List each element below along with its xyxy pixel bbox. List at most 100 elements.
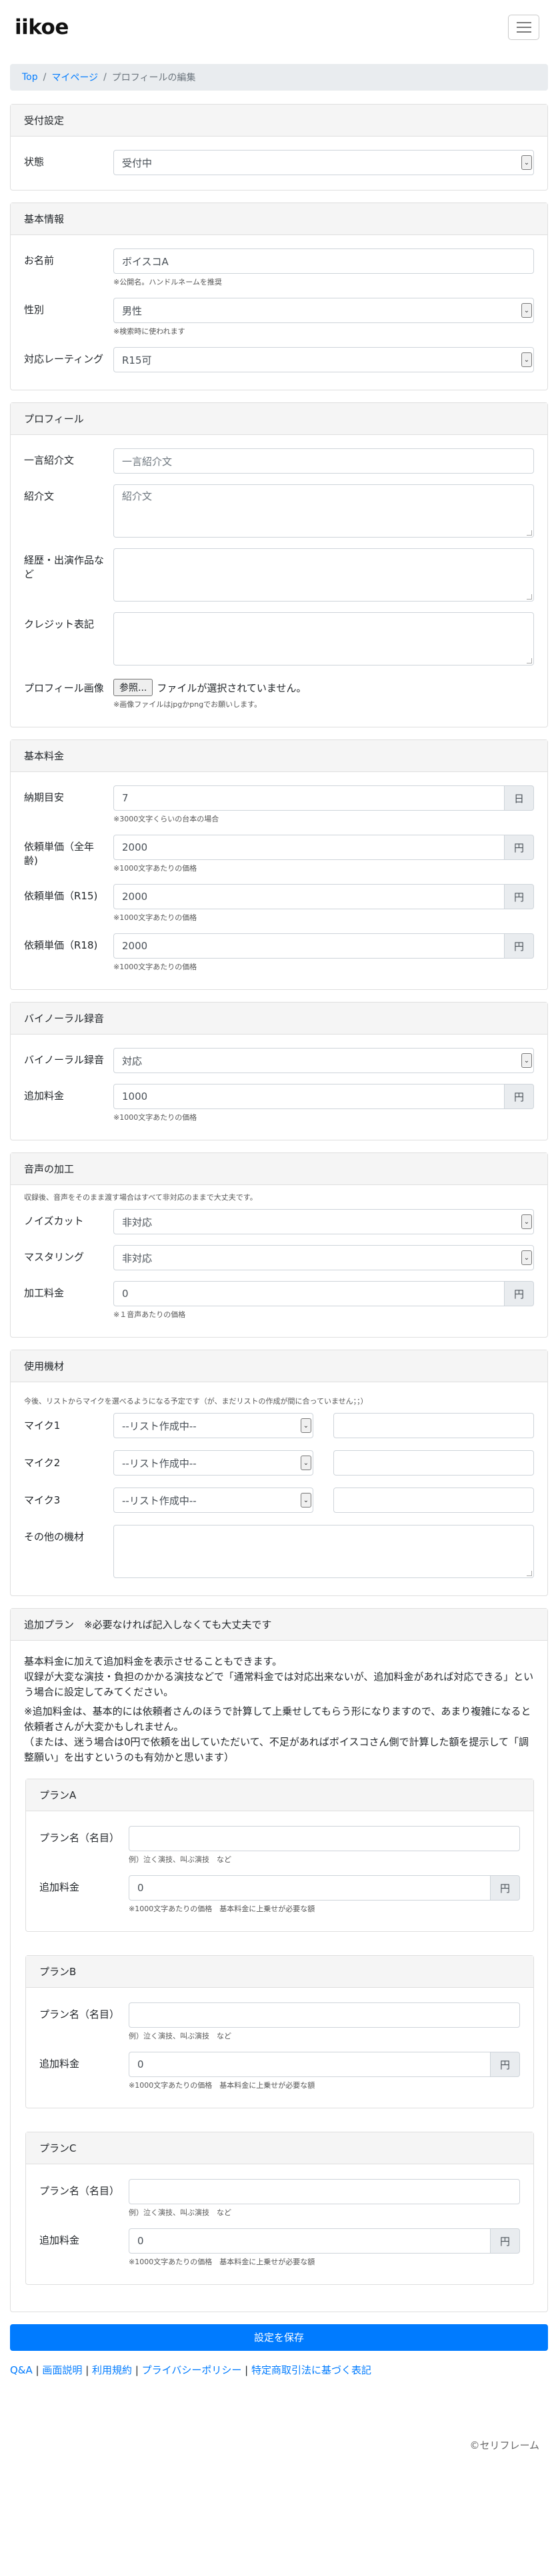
plan-fee-hint: ※1000文字あたりの価格 基本料金に上乗せが必要な額 xyxy=(129,2258,315,2266)
footer-screens-link[interactable]: 画面説明 xyxy=(42,2364,82,2376)
plan-a-fee-input[interactable]: 0 xyxy=(129,1875,491,1901)
gender-label: 性別 xyxy=(24,304,45,316)
audio-processing-card: 音声の加工 収録後、音声をそのまま渡す場合はすべて非対応のままで大丈夫です。 ノ… xyxy=(10,1152,548,1338)
footer-links: Q&A | 画面説明 | 利用規約 | プライバシーポリシー | 特定商取引法に… xyxy=(10,2364,372,2376)
plan-a-title: プランA xyxy=(26,1779,533,1811)
binaural-fee-label: 追加料金 xyxy=(24,1090,65,1102)
noise-cut-select[interactable]: 非対応 ⌄ xyxy=(113,1209,534,1234)
resize-grip-icon xyxy=(527,1571,532,1576)
mic3-select[interactable]: --リスト作成中-- ⌄ xyxy=(113,1488,313,1513)
binaural-fee-input[interactable]: 1000 xyxy=(113,1084,505,1109)
binaural-fee-hint: ※1000文字あたりの価格 xyxy=(113,1113,197,1122)
mastering-select[interactable]: 非対応 ⌄ xyxy=(113,1245,534,1270)
other-equipment-textarea[interactable] xyxy=(113,1525,534,1578)
price-r15-input[interactable]: 2000 xyxy=(113,884,505,909)
plan-fee-hint: ※1000文字あたりの価格 基本料金に上乗せが必要な額 xyxy=(129,1905,315,1913)
pricing-card: 基本料金 納期目安 7 日 ※3000文字くらいの台本の場合 依頼単価（全年齢)… xyxy=(10,739,548,990)
mic3-text-input[interactable] xyxy=(333,1488,534,1513)
gender-select[interactable]: 男性 ⌄ xyxy=(113,298,534,323)
binaural-label: バイノーラル録音 xyxy=(24,1054,105,1066)
yen-unit: 円 xyxy=(505,835,534,860)
additional-plans-header: 追加プラン ※必要なければ記入しなくても大丈夫です xyxy=(11,1609,547,1641)
plan-fee-label: 追加料金 xyxy=(39,2234,80,2246)
breadcrumb-mypage-link[interactable]: マイページ xyxy=(51,71,98,84)
price-hint: ※1000文字あたりの価格 xyxy=(113,864,197,873)
plan-name-hint: 例）泣く演技、叫ぶ演技 など xyxy=(129,2208,231,2217)
profile-header: プロフィール xyxy=(11,403,547,435)
chevron-down-icon: ⌄ xyxy=(521,352,532,367)
status-select[interactable]: 受付中 ⌄ xyxy=(113,150,534,175)
profile-card: プロフィール 一言紹介文 一言紹介文 紹介文 紹介文 経歴・出演作品など クレジ… xyxy=(10,402,548,727)
resize-grip-icon xyxy=(527,658,532,663)
resize-grip-icon xyxy=(527,530,532,536)
plan-b-fee-input[interactable]: 0 xyxy=(129,2052,491,2077)
breadcrumb-home-link[interactable]: Top xyxy=(22,72,38,83)
chevron-down-icon: ⌄ xyxy=(301,1493,311,1507)
name-input[interactable]: ボイスコA xyxy=(113,248,534,274)
chevron-down-icon: ⌄ xyxy=(521,1250,532,1265)
chevron-down-icon: ⌄ xyxy=(521,155,532,170)
plan-c-title: プランC xyxy=(26,2132,533,2164)
footer-privacy-link[interactable]: プライバシーポリシー xyxy=(142,2364,242,2376)
plan-c-fee-input[interactable]: 0 xyxy=(129,2228,491,2254)
plan-name-label: プラン名（名目） xyxy=(39,1832,120,1844)
equipment-card: 使用機材 今後、リストからマイクを選べるようになる予定です（が、まだリストの作成… xyxy=(10,1350,548,1596)
plan-c-name-input[interactable] xyxy=(129,2179,520,2204)
noise-cut-label: ノイズカット xyxy=(24,1215,84,1227)
credit-textarea[interactable] xyxy=(113,612,534,665)
file-browse-button[interactable]: 参照... xyxy=(113,679,153,696)
plan-b-title: プランB xyxy=(26,1956,533,1988)
equipment-header: 使用機材 xyxy=(11,1350,547,1382)
intro-label: 紹介文 xyxy=(24,490,55,502)
rating-select[interactable]: R15可 ⌄ xyxy=(113,347,534,372)
processing-fee-label: 加工料金 xyxy=(24,1287,65,1299)
mic1-select[interactable]: --リスト作成中-- ⌄ xyxy=(113,1413,313,1438)
breadcrumb: Top / マイページ / プロフィールの編集 xyxy=(10,64,548,91)
plan-b-name-input[interactable] xyxy=(129,2002,520,2028)
processing-fee-hint: ※１音声あたりの価格 xyxy=(113,1310,186,1319)
brand-logo[interactable]: iikoe xyxy=(15,15,69,39)
chevron-down-icon: ⌄ xyxy=(521,303,532,318)
plan-b-card: プランB プラン名（名目） 例）泣く演技、叫ぶ演技 など 追加料金 0 円 ※1… xyxy=(25,1955,534,2108)
mic2-text-input[interactable] xyxy=(333,1450,534,1476)
binaural-select[interactable]: 対応 ⌄ xyxy=(113,1048,534,1073)
mic2-select[interactable]: --リスト作成中-- ⌄ xyxy=(113,1450,313,1476)
footer-terms-link[interactable]: 利用規約 xyxy=(92,2364,132,2376)
audio-processing-header: 音声の加工 xyxy=(11,1153,547,1185)
breadcrumb-current: プロフィールの編集 xyxy=(111,73,196,83)
audio-note: 収録後、音声をそのまま渡す場合はすべて非対応のままで大丈夫です。 xyxy=(24,1193,257,1202)
navbar: iikoe xyxy=(0,0,558,55)
plan-name-hint: 例）泣く演技、叫ぶ演技 など xyxy=(129,1855,231,1864)
mic1-text-input[interactable] xyxy=(333,1413,534,1438)
catch-input[interactable]: 一言紹介文 xyxy=(113,448,534,474)
processing-fee-input[interactable]: 0 xyxy=(113,1281,505,1306)
yen-unit: 円 xyxy=(505,1281,534,1306)
chevron-down-icon: ⌄ xyxy=(521,1053,532,1068)
intro-textarea[interactable]: 紹介文 xyxy=(113,484,534,538)
footer-qa-link[interactable]: Q&A xyxy=(10,2364,33,2376)
save-button[interactable]: 設定を保存 xyxy=(10,2324,548,2351)
reception-header: 受付設定 xyxy=(11,105,547,137)
plans-intro: 基本料金に加えて追加料金を表示させることもできます。 収録が大変な演技・負担のか… xyxy=(24,1655,534,1698)
basic-info-card: 基本情報 お名前 ボイスコA ※公開名。ハンドルネームを推奨 性別 男性 ⌄ ※… xyxy=(10,203,548,390)
plan-fee-label: 追加料金 xyxy=(39,1881,80,1893)
chevron-down-icon: ⌄ xyxy=(301,1418,311,1433)
price-all-input[interactable]: 2000 xyxy=(113,835,505,860)
price-r15-label: 依頼単価（R15) xyxy=(24,890,98,902)
yen-unit: 円 xyxy=(505,884,534,909)
plan-a-name-input[interactable] xyxy=(129,1826,520,1851)
footer-commerce-link[interactable]: 特定商取引法に基づく表記 xyxy=(251,2364,371,2376)
credit-label: クレジット表記 xyxy=(24,618,95,630)
plan-a-card: プランA プラン名（名目） 例）泣く演技、叫ぶ演技 など 追加料金 0 円 ※1… xyxy=(25,1779,534,1932)
main-container: Top / マイページ / プロフィールの編集 受付設定 状態 受付中 ⌄ 基本… xyxy=(0,64,558,2377)
menu-toggle-button[interactable] xyxy=(508,15,539,40)
binaural-header: バイノーラル録音 xyxy=(11,1003,547,1035)
price-r18-input[interactable]: 2000 xyxy=(113,933,505,959)
delivery-hint: ※3000文字くらいの台本の場合 xyxy=(113,815,219,823)
chevron-down-icon: ⌄ xyxy=(301,1456,311,1470)
image-label: プロフィール画像 xyxy=(24,682,104,694)
delivery-input[interactable]: 7 xyxy=(113,785,505,811)
delivery-label: 納期目安 xyxy=(24,791,65,803)
name-label: お名前 xyxy=(24,254,55,266)
career-textarea[interactable] xyxy=(113,548,534,602)
